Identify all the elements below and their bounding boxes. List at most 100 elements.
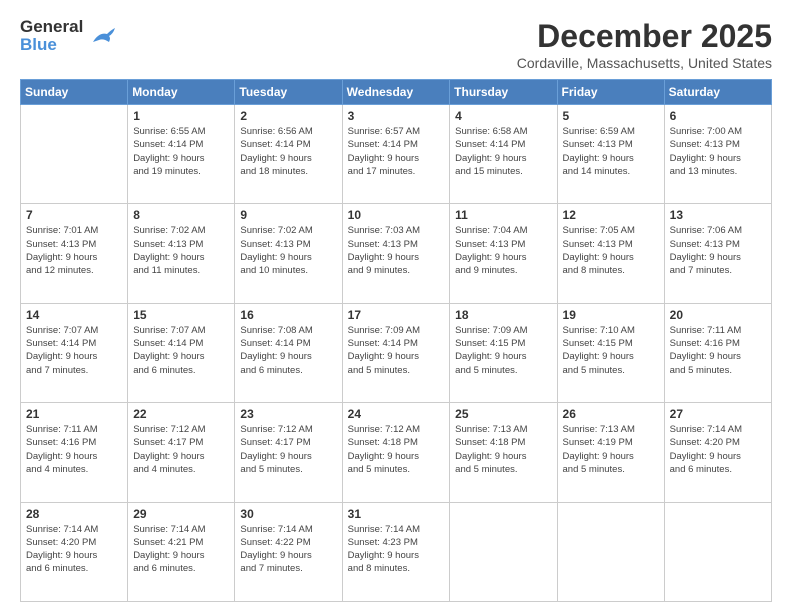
day-number: 8 [133,208,229,222]
day-info: Sunrise: 7:14 AMSunset: 4:23 PMDaylight:… [348,523,445,576]
day-info: Sunrise: 7:06 AMSunset: 4:13 PMDaylight:… [670,224,766,277]
calendar-cell: 28Sunrise: 7:14 AMSunset: 4:20 PMDayligh… [21,502,128,601]
calendar-cell: 26Sunrise: 7:13 AMSunset: 4:19 PMDayligh… [557,403,664,502]
calendar-cell: 3 Sunrise: 6:57 AMSunset: 4:14 PMDaylight… [342,105,450,204]
calendar-cell: 23 Sunrise: 7:12 AMSunset: 4:17 PMDayligh… [235,403,342,502]
calendar-cell: 11 Sunrise: 7:04 AMSunset: 4:13 PMDayligh… [450,204,557,303]
day-number: 5 [563,109,659,123]
logo-line1: General [20,18,83,36]
weekday-header-wednesday: Wednesday [342,80,450,105]
calendar-week-row: 7Sunrise: 7:01 AMSunset: 4:13 PMDaylight… [21,204,772,303]
calendar-cell: 30 Sunrise: 7:14 AMSunset: 4:22 PMDayligh… [235,502,342,601]
day-info: Sunrise: 7:12 AMSunset: 4:17 PMDaylight:… [133,423,229,476]
day-info: Sunrise: 7:10 AMSunset: 4:15 PMDaylight:… [563,324,659,377]
calendar-cell: 1 Sunrise: 6:55 AMSunset: 4:14 PMDaylight… [128,105,235,204]
calendar-cell: 10 Sunrise: 7:03 AMSunset: 4:13 PMDayligh… [342,204,450,303]
weekday-header-saturday: Saturday [664,80,771,105]
calendar-cell: 14 Sunrise: 7:07 AMSunset: 4:14 PMDayligh… [21,303,128,402]
day-number: 29 [133,507,229,521]
calendar-cell: 29Sunrise: 7:14 AMSunset: 4:21 PMDayligh… [128,502,235,601]
calendar-cell: 2Sunrise: 6:56 AMSunset: 4:14 PMDaylight… [235,105,342,204]
day-number: 9 [240,208,336,222]
calendar-week-row: 14 Sunrise: 7:07 AMSunset: 4:14 PMDayligh… [21,303,772,402]
calendar-week-row: 28Sunrise: 7:14 AMSunset: 4:20 PMDayligh… [21,502,772,601]
day-number: 15 [133,308,229,322]
day-info: Sunrise: 7:02 AMSunset: 4:13 PMDaylight:… [133,224,229,277]
day-info: Sunrise: 7:12 AMSunset: 4:17 PMDaylight:… [240,423,336,476]
day-number: 16 [240,308,336,322]
weekday-header-row: SundayMondayTuesdayWednesdayThursdayFrid… [21,80,772,105]
day-number: 17 [348,308,445,322]
calendar-cell [450,502,557,601]
calendar-cell: 16 Sunrise: 7:08 AMSunset: 4:14 PMDayligh… [235,303,342,402]
weekday-header-friday: Friday [557,80,664,105]
day-info: Sunrise: 7:13 AMSunset: 4:18 PMDaylight:… [455,423,551,476]
weekday-header-sunday: Sunday [21,80,128,105]
calendar-cell: 5 Sunrise: 6:59 AMSunset: 4:13 PMDaylight… [557,105,664,204]
calendar-cell: 13 Sunrise: 7:06 AMSunset: 4:13 PMDayligh… [664,204,771,303]
page: General Blue December 2025 Cordaville, M… [0,0,792,612]
day-info: Sunrise: 6:59 AMSunset: 4:13 PMDaylight:… [563,125,659,178]
day-number: 20 [670,308,766,322]
calendar-cell: 18Sunrise: 7:09 AMSunset: 4:15 PMDayligh… [450,303,557,402]
day-number: 23 [240,407,336,421]
calendar-cell: 7Sunrise: 7:01 AMSunset: 4:13 PMDaylight… [21,204,128,303]
day-number: 10 [348,208,445,222]
logo: General Blue [20,18,117,54]
calendar-cell: 8 Sunrise: 7:02 AMSunset: 4:13 PMDaylight… [128,204,235,303]
day-info: Sunrise: 7:14 AMSunset: 4:20 PMDaylight:… [670,423,766,476]
day-number: 6 [670,109,766,123]
location: Cordaville, Massachusetts, United States [517,55,772,71]
day-info: Sunrise: 7:04 AMSunset: 4:13 PMDaylight:… [455,224,551,277]
day-number: 13 [670,208,766,222]
day-info: Sunrise: 6:55 AMSunset: 4:14 PMDaylight:… [133,125,229,178]
calendar-cell: 24Sunrise: 7:12 AMSunset: 4:18 PMDayligh… [342,403,450,502]
title-block: December 2025 Cordaville, Massachusetts,… [517,18,772,71]
day-number: 19 [563,308,659,322]
day-number: 18 [455,308,551,322]
calendar-cell: 31Sunrise: 7:14 AMSunset: 4:23 PMDayligh… [342,502,450,601]
day-number: 27 [670,407,766,421]
day-number: 30 [240,507,336,521]
calendar-cell: 15 Sunrise: 7:07 AMSunset: 4:14 PMDayligh… [128,303,235,402]
calendar-cell: 21Sunrise: 7:11 AMSunset: 4:16 PMDayligh… [21,403,128,502]
day-number: 3 [348,109,445,123]
calendar-cell: 20Sunrise: 7:11 AMSunset: 4:16 PMDayligh… [664,303,771,402]
calendar-cell [21,105,128,204]
day-info: Sunrise: 7:14 AMSunset: 4:22 PMDaylight:… [240,523,336,576]
day-info: Sunrise: 7:07 AMSunset: 4:14 PMDaylight:… [133,324,229,377]
weekday-header-thursday: Thursday [450,80,557,105]
calendar-cell: 9 Sunrise: 7:02 AMSunset: 4:13 PMDaylight… [235,204,342,303]
calendar-cell: 6 Sunrise: 7:00 AMSunset: 4:13 PMDaylight… [664,105,771,204]
calendar-cell: 4Sunrise: 6:58 AMSunset: 4:14 PMDaylight… [450,105,557,204]
calendar-cell: 22 Sunrise: 7:12 AMSunset: 4:17 PMDayligh… [128,403,235,502]
calendar-cell [664,502,771,601]
logo-bird-icon [89,24,117,48]
day-info: Sunrise: 6:57 AMSunset: 4:14 PMDaylight:… [348,125,445,178]
calendar-cell: 12Sunrise: 7:05 AMSunset: 4:13 PMDayligh… [557,204,664,303]
calendar-table: SundayMondayTuesdayWednesdayThursdayFrid… [20,79,772,602]
day-info: Sunrise: 7:13 AMSunset: 4:19 PMDaylight:… [563,423,659,476]
day-info: Sunrise: 7:00 AMSunset: 4:13 PMDaylight:… [670,125,766,178]
day-number: 22 [133,407,229,421]
day-number: 24 [348,407,445,421]
day-info: Sunrise: 7:08 AMSunset: 4:14 PMDaylight:… [240,324,336,377]
day-info: Sunrise: 7:03 AMSunset: 4:13 PMDaylight:… [348,224,445,277]
day-info: Sunrise: 7:11 AMSunset: 4:16 PMDaylight:… [26,423,122,476]
day-info: Sunrise: 7:02 AMSunset: 4:13 PMDaylight:… [240,224,336,277]
day-info: Sunrise: 7:07 AMSunset: 4:14 PMDaylight:… [26,324,122,377]
weekday-header-tuesday: Tuesday [235,80,342,105]
day-number: 1 [133,109,229,123]
weekday-header-monday: Monday [128,80,235,105]
calendar-cell: 17 Sunrise: 7:09 AMSunset: 4:14 PMDayligh… [342,303,450,402]
day-number: 25 [455,407,551,421]
header: General Blue December 2025 Cordaville, M… [20,18,772,71]
calendar-week-row: 21Sunrise: 7:11 AMSunset: 4:16 PMDayligh… [21,403,772,502]
day-info: Sunrise: 7:09 AMSunset: 4:14 PMDaylight:… [348,324,445,377]
day-number: 12 [563,208,659,222]
day-number: 11 [455,208,551,222]
day-info: Sunrise: 7:14 AMSunset: 4:20 PMDaylight:… [26,523,122,576]
day-number: 14 [26,308,122,322]
calendar-cell: 19 Sunrise: 7:10 AMSunset: 4:15 PMDayligh… [557,303,664,402]
day-number: 4 [455,109,551,123]
